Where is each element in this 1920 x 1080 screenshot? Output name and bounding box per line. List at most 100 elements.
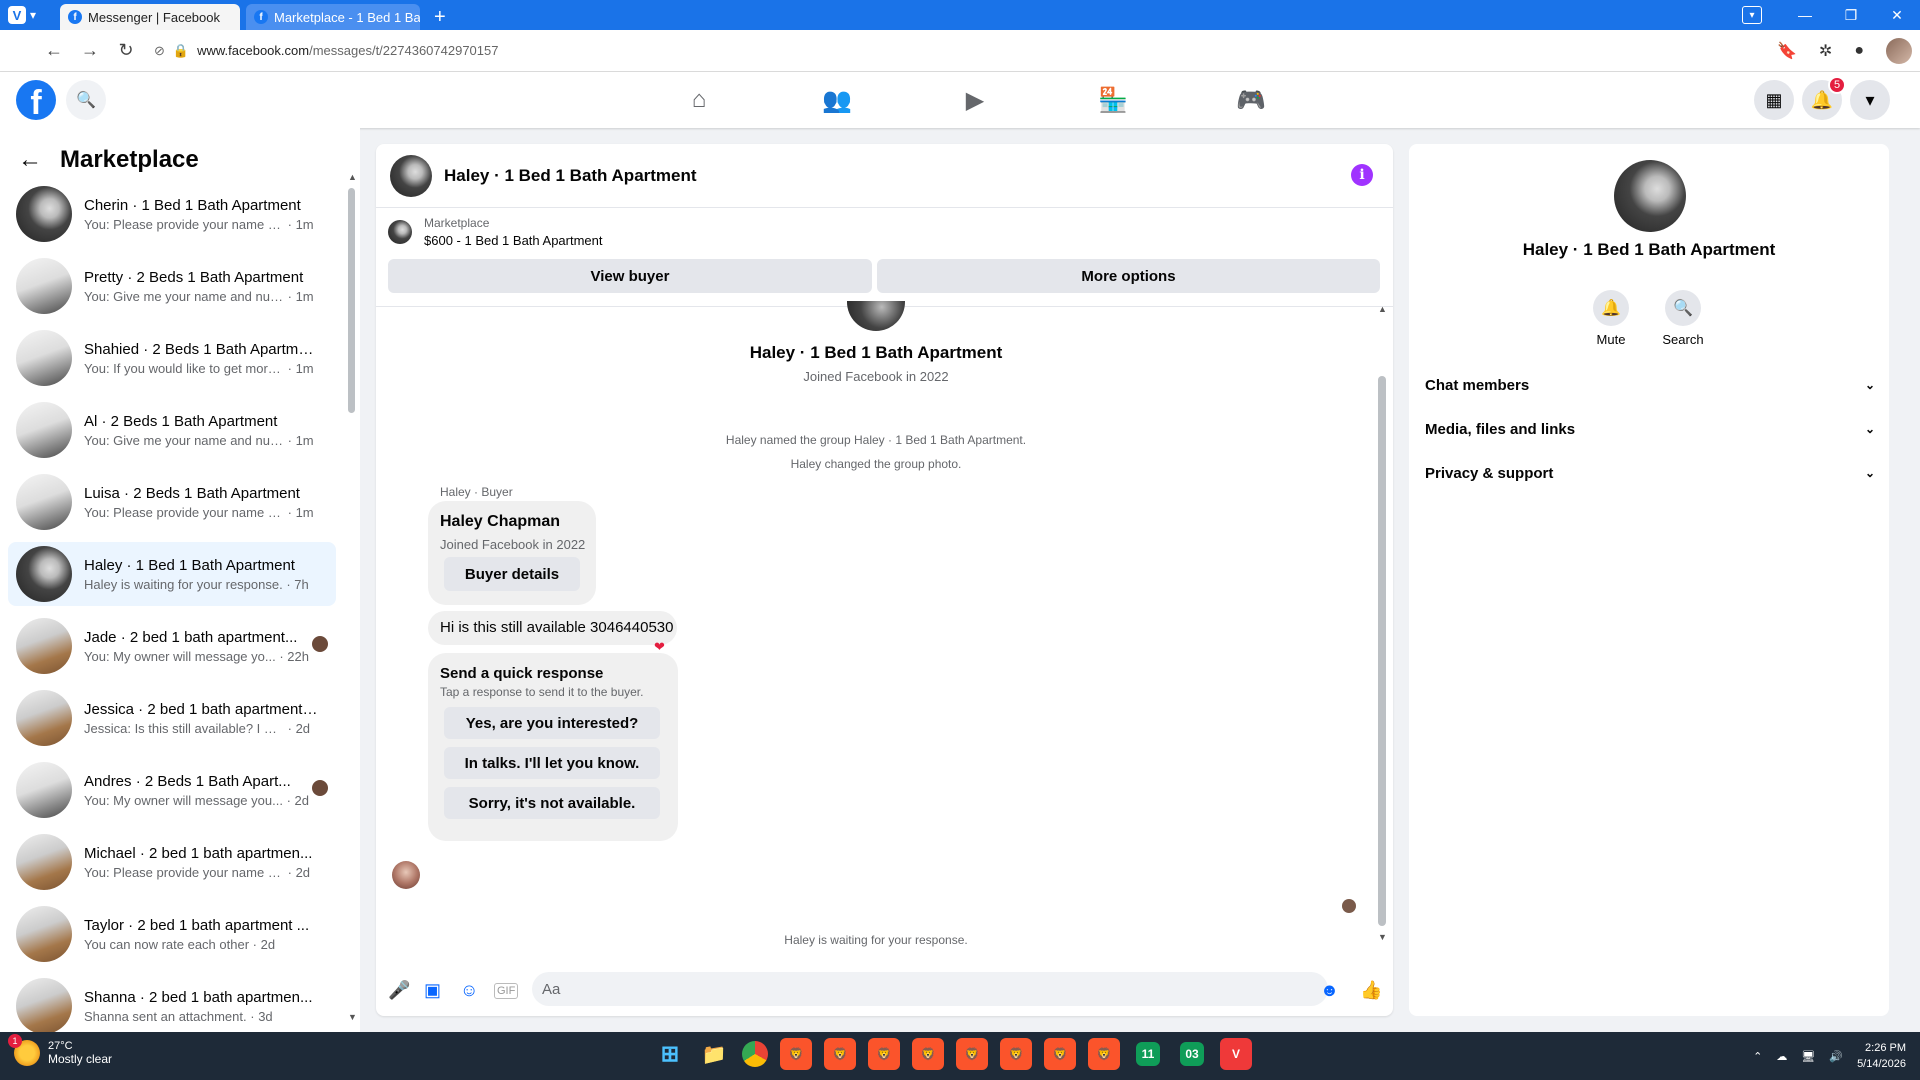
conversation-preview: You: Please provide your name an... xyxy=(84,216,284,232)
microphone-icon[interactable]: 🎤 xyxy=(388,980,410,1001)
conversation-item[interactable]: Cherin · 1 Bed 1 Bath Apartment You: Plea… xyxy=(8,182,336,246)
url-host: www.facebook.com xyxy=(197,43,310,58)
url-field[interactable]: ⊘ 🔒 www.facebook.com/messages/t/22743607… xyxy=(154,43,498,59)
conversation-item[interactable]: Jade · 2 bed 1 bath apartment... You: My … xyxy=(8,614,336,678)
conversation-time: 3d xyxy=(258,1008,273,1024)
message-bubble[interactable]: Hi is this still available 3046440530 xyxy=(428,611,677,645)
photo-icon[interactable]: ▣ xyxy=(424,980,441,1001)
chat-scrollbar[interactable]: ▲ ▼ xyxy=(1378,304,1388,946)
mute-label: Mute xyxy=(1596,332,1626,347)
reload-icon[interactable]: ↻ xyxy=(108,40,144,61)
chevron-up-icon[interactable]: ⌃ xyxy=(1753,1050,1762,1063)
brave-icon[interactable]: 🦁 xyxy=(1044,1038,1076,1070)
vivaldi-icon[interactable]: V xyxy=(1220,1038,1252,1070)
notifications-bell-icon[interactable]: 🔔 5 xyxy=(1802,76,1846,120)
sheets-app-icon[interactable]: 03 xyxy=(1180,1042,1204,1066)
conversation-item[interactable]: Pretty · 2 Beds 1 Bath Apartment You: Giv… xyxy=(8,254,336,318)
view-buyer-button[interactable]: View buyer xyxy=(388,259,872,293)
conversation-item[interactable]: Michael · 2 bed 1 bath apartmen... You: P… xyxy=(8,830,336,894)
restore-button[interactable]: ❐ xyxy=(1828,7,1874,24)
brave-icon[interactable]: 🦁 xyxy=(912,1038,944,1070)
marketplace-icon[interactable]: 🏪 xyxy=(1044,72,1182,128)
weather-badge: 1 xyxy=(8,1034,22,1048)
thumbs-up-icon[interactable]: 👍 xyxy=(1360,980,1382,1001)
chat-title[interactable]: Haley · 1 Bed 1 Bath Apartment xyxy=(444,166,697,186)
clock[interactable]: 2:26 PM 5/14/2026 xyxy=(1857,1040,1906,1072)
scroll-down-icon[interactable]: ▼ xyxy=(348,1012,357,1022)
windows-start-icon[interactable]: ⊞ xyxy=(654,1038,686,1070)
conversation-item[interactable]: Shahied · 2 Beds 1 Bath Apartme... You: I… xyxy=(8,326,336,390)
tab-marketplace[interactable]: f Marketplace - 1 Bed 1 Bath xyxy=(246,4,420,30)
gif-icon[interactable]: GIF xyxy=(494,983,519,999)
forward-icon[interactable]: → xyxy=(72,40,108,61)
profile-avatar[interactable] xyxy=(1886,37,1912,64)
friends-icon[interactable]: 👥 xyxy=(768,72,906,128)
section-chat-members[interactable]: Chat members ⌄ xyxy=(1425,365,1875,405)
scroll-down-icon[interactable]: ▼ xyxy=(1378,932,1387,942)
bookmark-icon[interactable]: 🔖 xyxy=(1777,41,1797,61)
file-explorer-icon[interactable]: 📁 xyxy=(698,1038,730,1070)
back-icon[interactable]: ← xyxy=(36,40,72,61)
chat-avatar[interactable] xyxy=(390,154,432,197)
tab-messenger[interactable]: f Messenger | Facebook xyxy=(60,4,240,30)
back-arrow-icon[interactable]: ← xyxy=(18,146,42,174)
conversation-preview: You: Please provide your name an... xyxy=(84,504,284,520)
tab-list-button[interactable]: ▾ xyxy=(1742,6,1762,24)
volume-icon[interactable]: 🔊 xyxy=(1829,1050,1843,1063)
section-privacy-support[interactable]: Privacy & support ⌄ xyxy=(1425,453,1875,493)
emoji-icon[interactable]: ☻ xyxy=(1320,980,1339,1001)
conversation-item[interactable]: Andres · 2 Beds 1 Bath Apart... You: My o… xyxy=(8,758,336,822)
new-tab-button[interactable]: + xyxy=(434,4,446,30)
sticker-icon[interactable]: ☺ xyxy=(460,980,478,1001)
search-icon[interactable]: 🔍 xyxy=(66,80,106,120)
brave-icon[interactable]: 🦁 xyxy=(824,1038,856,1070)
quick-response-button[interactable]: Yes, are you interested? xyxy=(444,707,660,739)
circle-extension-icon[interactable]: ● xyxy=(1854,42,1864,60)
network-icon[interactable]: 🖥 xyxy=(1801,1050,1815,1063)
vivaldi-menu-button[interactable]: V ▾ xyxy=(0,0,44,30)
gaming-icon[interactable]: 🎮 xyxy=(1182,72,1320,128)
conversation-item[interactable]: Haley · 1 Bed 1 Bath Apartment Haley is w… xyxy=(8,542,336,606)
video-icon[interactable]: ▶ xyxy=(906,72,1044,128)
extension-icon[interactable]: ✲ xyxy=(1819,41,1832,61)
conversation-item[interactable]: Taylor · 2 bed 1 bath apartment ... You c… xyxy=(8,902,336,966)
sender-avatar[interactable] xyxy=(392,861,420,889)
home-icon[interactable]: ⌂ xyxy=(630,72,768,128)
listing-banner[interactable]: Marketplace $600 - 1 Bed 1 Bath Apartmen… xyxy=(388,216,603,248)
sheets-app-icon[interactable]: 11 xyxy=(1136,1042,1160,1066)
weather-widget[interactable]: 1 27°C Mostly clear xyxy=(8,1034,112,1066)
scroll-up-icon[interactable]: ▲ xyxy=(1378,304,1387,314)
brave-icon[interactable]: 🦁 xyxy=(1000,1038,1032,1070)
section-media-files-links[interactable]: Media, files and links ⌄ xyxy=(1425,409,1875,449)
menu-grid-icon[interactable]: ▦ xyxy=(1754,80,1794,120)
scrollbar-thumb[interactable] xyxy=(1378,376,1386,926)
brave-icon[interactable]: 🦁 xyxy=(868,1038,900,1070)
sidebar-scrollbar[interactable]: ▲ ▼ xyxy=(348,172,357,1022)
chrome-icon[interactable] xyxy=(742,1041,768,1067)
quick-response-button[interactable]: Sorry, it's not available. xyxy=(444,787,660,819)
scroll-up-icon[interactable]: ▲ xyxy=(348,172,357,182)
mute-button[interactable]: 🔔 Mute xyxy=(1581,290,1641,347)
search-conversation-button[interactable]: 🔍 Search xyxy=(1653,290,1713,347)
close-window-button[interactable]: ✕ xyxy=(1874,7,1920,24)
conversation-item[interactable]: Luisa · 2 Beds 1 Bath Apartment You: Plea… xyxy=(8,470,336,534)
buyer-details-button[interactable]: Buyer details xyxy=(444,557,580,591)
conversation-item[interactable]: Al · 2 Beds 1 Bath Apartment You: Give me… xyxy=(8,398,336,462)
minimize-button[interactable]: — xyxy=(1782,7,1828,23)
onedrive-cloud-icon[interactable]: ☁ xyxy=(1776,1050,1787,1063)
quick-response-subtitle: Tap a response to send it to the buyer. xyxy=(440,685,644,699)
quick-response-button[interactable]: In talks. I'll let you know. xyxy=(444,747,660,779)
facebook-logo-icon[interactable]: f xyxy=(16,80,56,120)
conversation-item[interactable]: Jessica · 2 bed 1 bath apartment ... Jess… xyxy=(8,686,336,750)
brave-icon[interactable]: 🦁 xyxy=(780,1038,812,1070)
sidebar-title: Marketplace xyxy=(60,146,199,173)
brave-icon[interactable]: 🦁 xyxy=(1088,1038,1120,1070)
brave-icon[interactable]: 🦁 xyxy=(956,1038,988,1070)
account-chevron-icon[interactable]: ▾ xyxy=(1850,80,1890,120)
temperature: 27°C xyxy=(48,1040,73,1052)
scrollbar-thumb[interactable] xyxy=(348,188,355,413)
conversation-item[interactable]: Shanna · 2 bed 1 bath apartmen... Shanna … xyxy=(8,974,336,1038)
more-options-button[interactable]: More options xyxy=(877,259,1380,293)
message-input[interactable]: Aa xyxy=(532,972,1328,1006)
info-icon[interactable]: i xyxy=(1351,164,1373,186)
